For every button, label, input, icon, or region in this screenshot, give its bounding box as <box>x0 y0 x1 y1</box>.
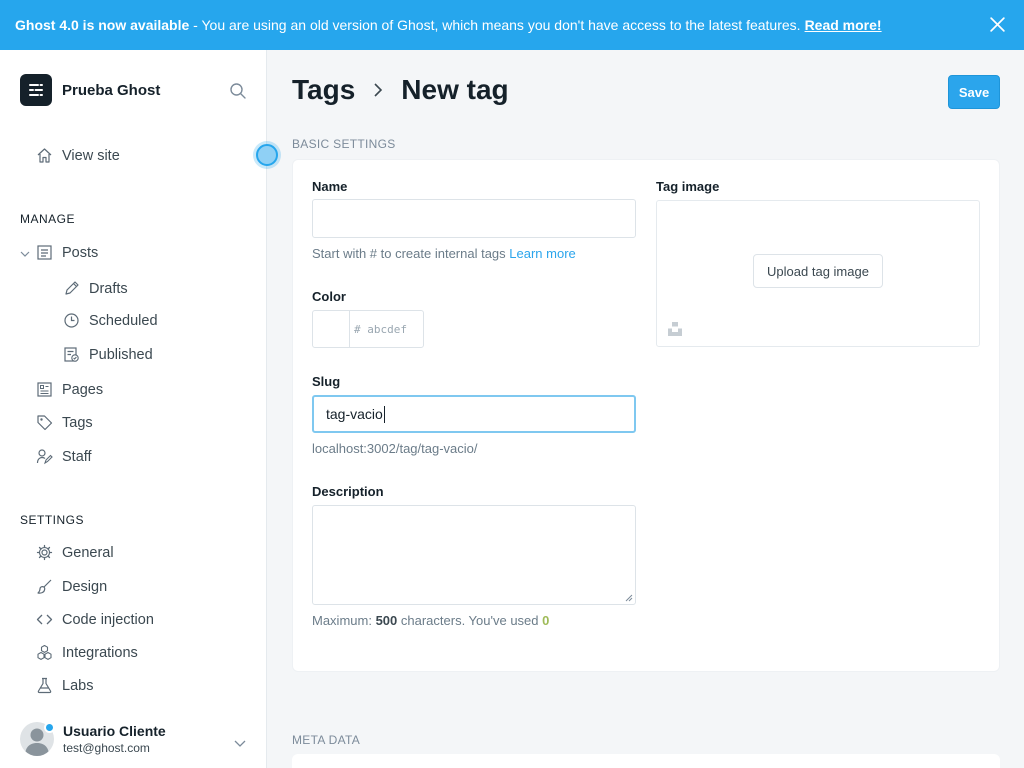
gear-icon <box>36 544 53 561</box>
sidebar-item-scheduled[interactable]: Scheduled <box>63 312 158 329</box>
notification-dot <box>44 722 55 733</box>
description-label: Description <box>312 484 384 499</box>
sidebar-item-label: Tags <box>62 414 93 431</box>
staff-icon <box>36 449 53 465</box>
published-icon <box>64 347 79 362</box>
sidebar-item-label: Code injection <box>62 611 154 628</box>
save-button[interactable]: Save <box>948 75 1000 109</box>
sidebar-item-label: Staff <box>62 448 92 465</box>
user-name: Usuario Cliente <box>63 723 166 739</box>
banner-read-more-link[interactable]: Read more! <box>805 17 882 33</box>
slug-value: tag-vacio <box>326 406 383 422</box>
sidebar-item-label: Published <box>89 346 153 363</box>
sidebar-item-label: Design <box>62 578 108 595</box>
sidebar-item-general[interactable]: General <box>36 544 114 561</box>
slug-input[interactable]: tag-vacio <box>312 395 636 433</box>
sidebar-item-view-site[interactable]: View site <box>36 147 120 164</box>
page-title: New tag <box>401 74 509 105</box>
clock-icon <box>64 313 79 328</box>
brush-icon <box>37 579 52 594</box>
description-counter: Maximum: 500 characters. You've used 0 <box>312 613 549 628</box>
site-name: Prueba Ghost <box>62 81 161 99</box>
update-banner: Ghost 4.0 is now available - You are usi… <box>0 0 1024 50</box>
sidebar-item-tags[interactable]: Tags <box>36 414 93 431</box>
sidebar-item-design[interactable]: Design <box>36 578 107 595</box>
chevron-right-icon <box>374 83 383 97</box>
sidebar-item-label: Labs <box>62 677 94 694</box>
slug-url-preview: localhost:3002/tag/tag-vacio/ <box>312 441 478 456</box>
sidebar-item-label: Pages <box>62 381 104 398</box>
sidebar-item-label: Drafts <box>89 280 128 297</box>
resize-handle-icon[interactable] <box>625 594 633 602</box>
user-menu[interactable]: Usuario Cliente test@ghost.com <box>20 722 166 756</box>
upload-tag-image-button[interactable]: Upload tag image <box>753 254 883 288</box>
color-placeholder: abcdef <box>367 322 407 336</box>
pencil-icon <box>65 281 79 295</box>
banner-title: Ghost 4.0 is now available <box>15 17 190 33</box>
learn-more-link[interactable]: Learn more <box>509 246 575 261</box>
sidebar-item-posts[interactable]: Posts <box>36 244 98 261</box>
sidebar-item-label: Integrations <box>62 644 138 661</box>
tag-icon <box>37 415 53 431</box>
color-input[interactable]: # abcdef <box>350 311 423 347</box>
text-caret <box>383 405 385 423</box>
color-hash: # <box>354 322 361 336</box>
pages-icon <box>37 382 52 397</box>
chevron-down-icon[interactable] <box>19 248 31 260</box>
chevron-down-icon[interactable] <box>233 736 247 750</box>
sidebar-item-label: Posts <box>62 244 99 261</box>
integrations-icon <box>37 644 52 660</box>
name-label: Name <box>312 179 348 194</box>
desc-hint-mid: characters. You've used <box>397 613 543 628</box>
settings-section-title: SETTINGS <box>20 513 85 527</box>
search-icon[interactable] <box>229 82 247 100</box>
home-icon <box>37 148 52 163</box>
color-swatch[interactable] <box>313 311 350 347</box>
flask-icon <box>37 677 52 694</box>
banner-text: - You are using an old version of Ghost,… <box>189 17 801 33</box>
user-email: test@ghost.com <box>63 741 150 755</box>
posts-icon <box>37 245 52 260</box>
breadcrumb-tags-link[interactable]: Tags <box>292 74 355 106</box>
sidebar-item-code-injection[interactable]: Code injection <box>36 611 154 628</box>
description-textarea[interactable] <box>312 505 636 605</box>
onboarding-pulse-indicator[interactable] <box>253 141 281 169</box>
sidebar: Prueba Ghost View site MANAGE Posts Draf… <box>0 50 267 768</box>
banner-message: Ghost 4.0 is now available - You are usi… <box>15 17 801 33</box>
basic-settings-title: BASIC SETTINGS <box>292 137 396 151</box>
sidebar-item-label: General <box>62 544 114 561</box>
meta-data-card <box>292 754 1000 768</box>
breadcrumb: Tags New tag <box>292 74 509 106</box>
sidebar-item-published[interactable]: Published <box>63 346 153 363</box>
sidebar-item-pages[interactable]: Pages <box>36 381 103 398</box>
sidebar-item-label: View site <box>62 147 120 164</box>
meta-data-title: META DATA <box>292 733 361 747</box>
color-label: Color <box>312 289 346 304</box>
name-input[interactable] <box>312 199 636 238</box>
name-hint: Start with # to create internal tags Lea… <box>312 246 576 261</box>
tag-image-label: Tag image <box>656 179 720 194</box>
sidebar-item-label: Scheduled <box>89 312 158 329</box>
desc-max: 500 <box>375 613 398 628</box>
slug-label: Slug <box>312 374 341 389</box>
sidebar-item-labs[interactable]: Labs <box>36 677 93 694</box>
user-info: Usuario Cliente test@ghost.com <box>63 723 166 755</box>
sidebar-item-integrations[interactable]: Integrations <box>36 644 138 661</box>
name-hint-text: Start with # to create internal tags <box>312 246 506 261</box>
desc-hint-pre: Maximum: <box>312 613 376 628</box>
close-icon[interactable] <box>989 16 1006 33</box>
code-icon <box>36 614 53 625</box>
desc-used: 0 <box>542 613 550 628</box>
sidebar-item-staff[interactable]: Staff <box>36 448 92 465</box>
brand[interactable]: Prueba Ghost <box>20 74 160 106</box>
unsplash-icon[interactable] <box>667 321 683 337</box>
sidebar-item-drafts[interactable]: Drafts <box>63 280 128 297</box>
color-field: # abcdef <box>312 310 424 348</box>
ghost-logo-icon <box>20 74 52 106</box>
manage-section-title: MANAGE <box>20 212 76 226</box>
